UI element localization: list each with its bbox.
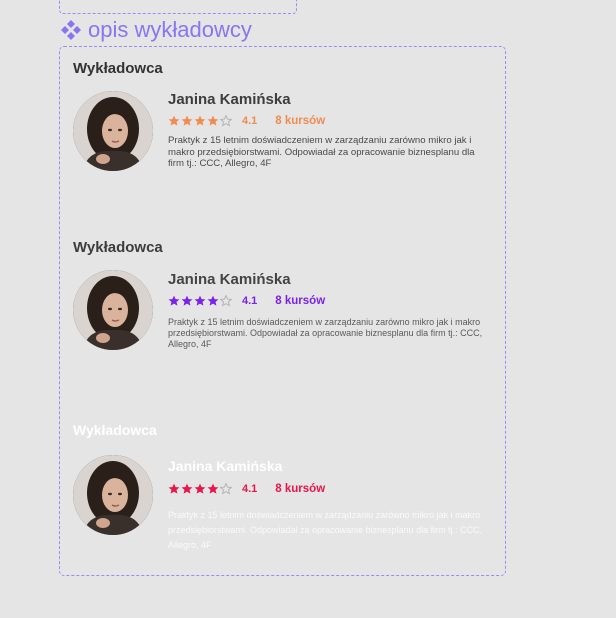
rating-value: 4.1	[242, 115, 258, 127]
star-filled-icon	[207, 483, 219, 494]
component-icon	[61, 20, 81, 40]
portrait-photo	[73, 270, 153, 350]
rating-value: 4.1	[242, 483, 258, 495]
avatar	[73, 91, 153, 171]
lecturer-name: Janina Kamińska	[168, 458, 283, 474]
star-filled-icon	[181, 115, 193, 126]
star-empty-icon	[220, 483, 232, 495]
lecturer-description: Praktyk z 15 letnim doświadczeniem w zar…	[168, 510, 483, 550]
star-filled-icon	[194, 295, 206, 306]
star-rating	[168, 295, 232, 307]
star-rating	[168, 483, 232, 495]
star-filled-icon	[168, 483, 180, 494]
course-count: 8 kursów	[275, 483, 326, 495]
rating-value: 4.1	[242, 295, 258, 307]
section-heading: Wykładowca	[73, 422, 157, 438]
lecturer-name: Janina Kamińska	[168, 271, 291, 288]
star-filled-icon	[194, 115, 206, 126]
course-count: 8 kursów	[275, 295, 326, 307]
course-count: 8 kursów	[275, 115, 326, 127]
lecturer-description: Praktyk z 15 letnim doświadczeniem w zar…	[168, 135, 475, 169]
star-filled-icon	[168, 295, 180, 306]
star-empty-icon	[220, 295, 232, 307]
portrait-photo	[73, 455, 153, 535]
portrait-photo	[73, 91, 153, 171]
star-filled-icon	[181, 295, 193, 306]
previous-component-frame	[59, 0, 297, 14]
avatar	[73, 270, 153, 350]
rating-row: 4.1 8 kursów	[168, 114, 325, 128]
rating-row: 4.1 8 kursów	[168, 294, 325, 308]
star-filled-icon	[168, 115, 180, 126]
component-title-label: opis wykładowcy	[88, 17, 252, 42]
star-filled-icon	[207, 295, 219, 306]
rating-row: 4.1 8 kursów	[168, 482, 325, 496]
avatar	[73, 455, 153, 535]
section-heading: Wykładowca	[73, 239, 163, 256]
star-filled-icon	[207, 115, 219, 126]
lecturer-name: Janina Kamińska	[168, 91, 291, 108]
component-title[interactable]: opis wykładowcy	[60, 18, 252, 42]
section-heading: Wykładowca	[73, 60, 163, 77]
lecturer-description: Praktyk z 15 letnim doświadczeniem w zar…	[168, 317, 483, 349]
star-filled-icon	[194, 483, 206, 494]
star-rating	[168, 115, 232, 127]
star-filled-icon	[181, 483, 193, 494]
star-empty-icon	[220, 115, 232, 127]
